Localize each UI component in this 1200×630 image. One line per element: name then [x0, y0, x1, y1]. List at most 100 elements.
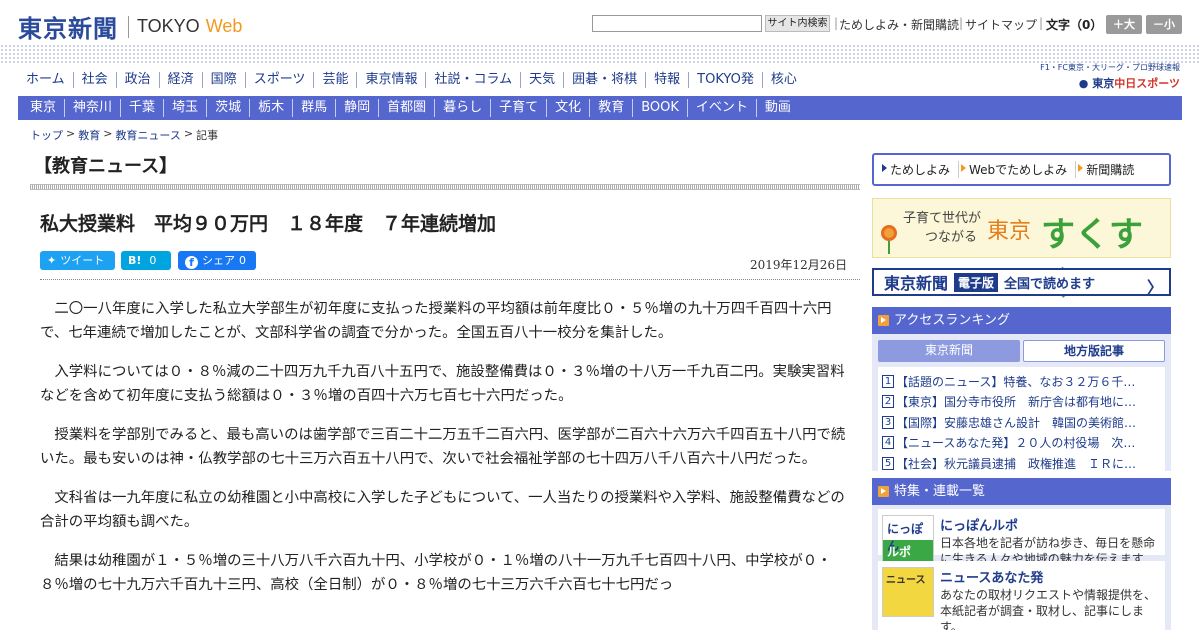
- ranking-item[interactable]: 2 【東京】国分寺市役所 新庁舎は都有地に…: [882, 392, 1161, 413]
- tweet-label: ツイート: [60, 254, 105, 267]
- primary-nav-item[interactable]: 政治: [115, 72, 159, 88]
- twitter-bird-icon: ✦: [47, 254, 57, 267]
- primary-nav-item[interactable]: TOKYO発: [688, 72, 762, 88]
- trial-read-link[interactable]: ためしよみ: [882, 161, 958, 178]
- breadcrumb-top[interactable]: トップ: [30, 127, 63, 143]
- secondary-nav-item[interactable]: 子育て: [490, 99, 546, 117]
- nippon-rupo-thumbnail: にっぽん ルポ: [882, 515, 934, 565]
- breadcrumb-education[interactable]: 教育: [78, 127, 100, 143]
- feature-description: あなたの取材リクエストや情報提供を、本紙記者が調査・取材し、記事にします。: [940, 588, 1157, 630]
- primary-nav-item[interactable]: 芸能: [313, 72, 356, 88]
- thumbnail-text: ニュース: [886, 575, 926, 586]
- epaper-logo: 東京新聞: [884, 274, 949, 293]
- header-dotted-divider: [0, 44, 1200, 64]
- primary-nav-item[interactable]: 経済: [158, 72, 202, 88]
- article-paragraph: 文科省は一九年度に私立の幼稚園と小中高校に入学した子どもについて、一人当たりの授…: [40, 490, 845, 530]
- site-search-input[interactable]: [592, 15, 762, 32]
- facebook-count: 0: [239, 254, 246, 267]
- secondary-nav-item[interactable]: イベント: [686, 99, 756, 117]
- primary-nav-item[interactable]: ホーム: [18, 72, 73, 88]
- primary-nav-item[interactable]: 特報: [645, 72, 688, 88]
- secondary-nav-item[interactable]: 首都圏: [378, 99, 434, 117]
- facebook-icon: f: [185, 256, 198, 269]
- arrow-right-icon: [882, 164, 887, 172]
- secondary-nav-item[interactable]: 動画: [755, 99, 799, 117]
- ranking-number: 2: [882, 395, 894, 409]
- secondary-nav-item[interactable]: 群馬: [292, 99, 335, 117]
- tweet-button[interactable]: ✦ ツイート: [40, 251, 115, 270]
- flower-icon: [881, 225, 897, 241]
- sitemap-link[interactable]: サイトマップ: [965, 16, 1037, 33]
- digital-edition-banner[interactable]: 東京新聞 電子版 全国で読めます 〉: [872, 268, 1171, 297]
- epaper-text: 全国で読めます: [1004, 276, 1096, 292]
- secondary-nav-item[interactable]: 栃木: [249, 99, 292, 117]
- chunichi-sports-promo[interactable]: F1・FC東京・大リーグ・プロ野球速報 ● 東京中日スポーツ: [1010, 62, 1180, 91]
- ranking-item[interactable]: 1 【話題のニュース】特養、なお３２万６千…: [882, 371, 1161, 392]
- secondary-nav-item[interactable]: BOOK: [632, 99, 687, 117]
- primary-nav-item[interactable]: 囲碁・将棋: [563, 72, 645, 88]
- site-logo[interactable]: 東京新聞 TOKYO Web: [18, 9, 242, 44]
- font-larger-button[interactable]: ＋大: [1106, 15, 1142, 34]
- promo-brand-prefix: ● 東京: [1078, 77, 1115, 90]
- section-title: 【教育ニュース】: [34, 156, 178, 177]
- arrow-square-icon: [878, 486, 889, 497]
- flower-stem: [888, 241, 890, 254]
- logo-english: TOKYO: [137, 16, 200, 36]
- secondary-nav-item[interactable]: 静岡: [335, 99, 378, 117]
- subscribe-label: 新聞購読: [1086, 163, 1135, 177]
- promo-brand: ● 東京中日スポーツ: [1010, 75, 1180, 91]
- secondary-nav-item[interactable]: 東京: [22, 99, 64, 117]
- header-separator: |: [959, 16, 964, 30]
- secondary-nav-item[interactable]: 千葉: [120, 99, 163, 117]
- secondary-nav-item[interactable]: 神奈川: [64, 99, 120, 117]
- breadcrumb-separator: >: [183, 127, 194, 140]
- hatena-bookmark-icon: B!: [128, 254, 142, 267]
- primary-nav: ホーム 社会 政治 経済 国際 スポーツ 芸能 東京情報 社説・コラム 天気 囲碁・将棋 特報 TOKY…: [18, 69, 805, 91]
- breadcrumb-education-news[interactable]: 教育ニュース: [115, 127, 180, 143]
- secondary-nav-item[interactable]: 文化: [546, 99, 589, 117]
- article-header-rule: [40, 279, 860, 280]
- primary-nav-item[interactable]: スポーツ: [244, 72, 314, 88]
- breadcrumb-separator: >: [66, 127, 76, 140]
- feature-title[interactable]: ニュースあなた発: [940, 567, 1043, 586]
- primary-nav-item[interactable]: 東京情報: [356, 72, 425, 88]
- breadcrumb-current: 記事: [196, 129, 219, 142]
- feature-title[interactable]: にっぽんルポ: [940, 515, 1018, 534]
- ranking-item[interactable]: 4 【ニュースあなた発】２０人の村役場 次…: [882, 433, 1161, 454]
- primary-nav-item[interactable]: 核心: [761, 72, 805, 88]
- article-body: 二〇一八年度に入学した私立大学部生が初年度に支払った授業料の平均額は前年度比０・…: [40, 298, 846, 613]
- ranking-number: 3: [882, 415, 894, 429]
- ranking-item[interactable]: 3 【国際】安藤忠雄さん設計 韓国の美術館…: [882, 412, 1161, 433]
- web-trial-read-link[interactable]: Webでためしよみ: [958, 161, 1075, 178]
- facebook-share-button[interactable]: f シェア 0: [178, 251, 256, 270]
- secondary-nav-item[interactable]: 暮らし: [434, 99, 490, 117]
- site-search-button[interactable]: サイト内検索: [765, 15, 830, 32]
- hatena-bookmark-button[interactable]: B! 0: [121, 251, 171, 270]
- trial-subscribe-link[interactable]: ためしよみ・新聞購読: [839, 16, 959, 33]
- feature-item[interactable]: ニュース ニュースあなた発 あなたの取材リクエストや情報提供を、本紙記者が調査・…: [878, 561, 1165, 630]
- web-trial-read-label: Webでためしよみ: [969, 163, 1068, 177]
- primary-nav-item[interactable]: 社説・コラム: [425, 72, 520, 88]
- subscribe-link[interactable]: 新聞購読: [1075, 161, 1142, 178]
- font-smaller-button[interactable]: －小: [1146, 15, 1182, 34]
- feature-item[interactable]: にっぽん ルポ にっぽんルポ 日本各地を記者が訪ね歩き、毎日を懸命に生きる人々や…: [878, 509, 1165, 566]
- secondary-nav-item[interactable]: 茨城: [206, 99, 249, 117]
- trial-read-label: ためしよみ: [890, 163, 951, 177]
- ranking-item[interactable]: 5 【社会】秋元議員逮捕 政権推進 ＩＲに…: [882, 453, 1161, 474]
- features-heading: 特集・連載一覧: [872, 478, 1171, 505]
- ranking-headline: 【話題のニュース】特養、なお３２万６千…: [896, 374, 1136, 389]
- tokyo-sukusuku-banner[interactable]: 子育て世代が つながる 東京 すくすく: [872, 198, 1171, 304]
- features-heading-text: 特集・連載一覧: [894, 484, 986, 499]
- primary-nav-item[interactable]: 天気: [520, 72, 563, 88]
- primary-nav-item[interactable]: 社会: [72, 72, 116, 88]
- article-paragraph: 授業料を学部別でみると、最も高いのは歯学部で三百二十二万五千二百六円、医学部が二…: [40, 427, 846, 467]
- news-anata-thumbnail: ニュース: [882, 567, 934, 617]
- thumbnail-text: ルポ: [887, 545, 912, 559]
- primary-nav-item[interactable]: 国際: [201, 72, 245, 88]
- secondary-nav-item[interactable]: 埼玉: [163, 99, 206, 117]
- secondary-nav-item[interactable]: 教育: [589, 99, 632, 117]
- tab-tokyo-shimbun[interactable]: 東京新聞: [878, 340, 1020, 362]
- tab-local-edition[interactable]: 地方版記事: [1023, 340, 1165, 362]
- logo-japanese: 東京新聞: [18, 14, 118, 43]
- ranking-heading-text: アクセスランキング: [894, 313, 1010, 328]
